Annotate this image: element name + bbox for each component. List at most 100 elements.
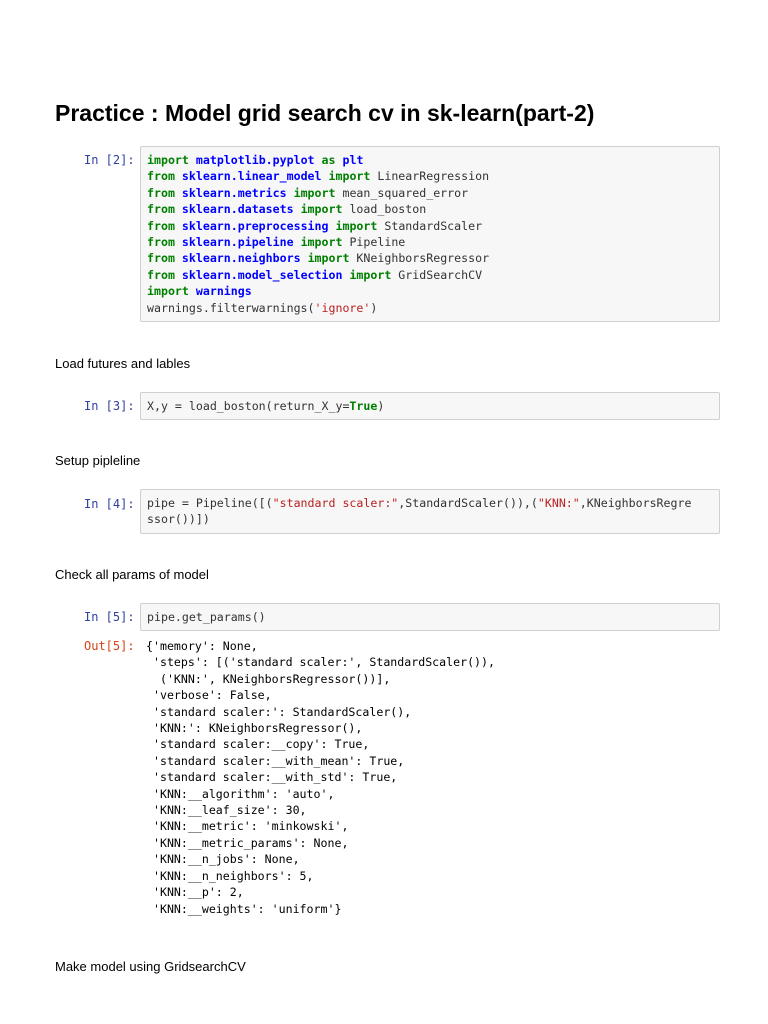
code-keyword: import bbox=[349, 267, 392, 282]
code-keyword: as bbox=[321, 153, 336, 167]
output-line: 'standard scaler:__with_mean': True, bbox=[146, 753, 405, 768]
code-keyword: import bbox=[293, 185, 336, 200]
markdown-text: Make model using GridsearchCV bbox=[55, 959, 246, 974]
output-line: 'steps': [('standard scaler:', StandardS… bbox=[146, 655, 496, 670]
code-text: LinearRegression bbox=[370, 169, 490, 184]
cell-prompt: In [3]: bbox=[84, 399, 135, 413]
code-keyword: import bbox=[328, 169, 371, 184]
markdown-text: Load futures and lables bbox=[55, 356, 191, 371]
output-line: 'KNN:__p': 2, bbox=[146, 885, 244, 900]
output-line: 'KNN:__algorithm': 'auto', bbox=[146, 786, 335, 801]
markdown-text: Check all params of model bbox=[55, 567, 209, 582]
code-keyword: from bbox=[147, 169, 175, 184]
cell-prompt: In [4]: bbox=[84, 497, 135, 511]
code-text: GridSearchCV bbox=[391, 267, 483, 282]
output-line: 'standard scaler:__with_std': True, bbox=[146, 770, 398, 785]
page-title: Practice : Model grid search cv in sk-le… bbox=[55, 100, 595, 126]
code-line: pipe.get_params() bbox=[147, 609, 713, 625]
output-line: 'KNN:__n_jobs': None, bbox=[146, 852, 300, 867]
cell-output: {'memory': None, 'steps': [('standard sc… bbox=[146, 638, 495, 917]
code-line: from sklearn.model_selection import Grid… bbox=[147, 267, 713, 283]
code-name: sklearn.model_selection bbox=[181, 267, 343, 282]
output-line: ('KNN:', KNeighborsRegressor())], bbox=[146, 671, 391, 686]
output-line: 'verbose': False, bbox=[146, 688, 272, 703]
code-text: ,KNeighborsRegre bbox=[579, 496, 692, 510]
code-line: from sklearn.linear_model import LinearR… bbox=[147, 168, 713, 184]
output-line: 'standard scaler:': StandardScaler(), bbox=[146, 704, 412, 719]
output-line: 'KNN:__n_neighbors': 5, bbox=[146, 868, 314, 883]
code-name: sklearn.neighbors bbox=[181, 251, 301, 266]
code-keyword: from bbox=[147, 185, 175, 200]
code-line: pipe = Pipeline([("standard scaler:",Sta… bbox=[147, 495, 713, 511]
code-text: ) bbox=[370, 300, 378, 315]
code-name: sklearn.datasets bbox=[181, 202, 294, 217]
code-name: sklearn.metrics bbox=[181, 185, 287, 200]
code-text: pipe = Pipeline([( bbox=[147, 496, 273, 510]
output-line: 'KNN:__leaf_size': 30, bbox=[146, 803, 307, 818]
code-cell-pipeline[interactable]: pipe = Pipeline([("standard scaler:",Sta… bbox=[140, 489, 720, 534]
output-prompt: Out[5]: bbox=[84, 639, 135, 653]
code-text: load_boston bbox=[342, 202, 427, 217]
code-name: matplotlib.pyplot bbox=[195, 153, 315, 167]
code-text: KNeighborsRegressor bbox=[349, 251, 490, 266]
output-line: {'memory': None, bbox=[146, 639, 258, 653]
code-keyword: from bbox=[147, 267, 175, 282]
code-keyword: True bbox=[349, 399, 378, 413]
output-line: 'standard scaler:__copy': True, bbox=[146, 737, 370, 752]
code-name: sklearn.linear_model bbox=[181, 169, 322, 184]
code-text: X,y = load_boston(return_X_y= bbox=[147, 399, 350, 413]
code-line: ssor())]) bbox=[147, 511, 713, 527]
code-text: ssor())]) bbox=[147, 512, 210, 527]
code-keyword: from bbox=[147, 202, 175, 217]
code-line: from sklearn.datasets import load_boston bbox=[147, 201, 713, 217]
code-keyword: import bbox=[307, 251, 350, 266]
output-line: 'KNN:__metric_params': None, bbox=[146, 835, 349, 850]
code-text: pipe.get_params() bbox=[147, 610, 266, 624]
code-line: X,y = load_boston(return_X_y=True) bbox=[147, 398, 713, 414]
code-cell-load-data[interactable]: X,y = load_boston(return_X_y=True) bbox=[140, 392, 720, 421]
code-keyword: from bbox=[147, 235, 175, 250]
code-name: plt bbox=[342, 153, 364, 167]
code-line: from sklearn.pipeline import Pipeline bbox=[147, 234, 713, 250]
output-line: 'KNN:__metric': 'minkowski', bbox=[146, 819, 349, 834]
output-line: 'KNN:__weights': 'uniform'} bbox=[146, 901, 342, 916]
code-line: from sklearn.neighbors import KNeighbors… bbox=[147, 250, 713, 266]
markdown-text: Setup pipleline bbox=[55, 453, 141, 468]
code-keyword: from bbox=[147, 218, 175, 233]
code-text: StandardScaler bbox=[377, 218, 483, 233]
code-string: "standard scaler:" bbox=[272, 496, 399, 510]
code-line: from sklearn.preprocessing import Standa… bbox=[147, 218, 713, 234]
code-line: import warnings bbox=[147, 283, 713, 299]
code-name: sklearn.preprocessing bbox=[181, 218, 329, 233]
code-cell-imports[interactable]: import matplotlib.pyplot as plt from skle… bbox=[140, 146, 720, 323]
code-cell-get-params[interactable]: pipe.get_params() bbox=[140, 603, 720, 632]
output-line: 'KNN:': KNeighborsRegressor(), bbox=[146, 721, 363, 736]
code-keyword: from bbox=[147, 251, 175, 266]
code-text: Pipeline bbox=[342, 235, 406, 250]
code-keyword: import bbox=[300, 202, 343, 217]
code-name: warnings bbox=[195, 284, 252, 299]
code-line: import matplotlib.pyplot as plt bbox=[147, 152, 713, 168]
code-text: warnings.filterwarnings( bbox=[147, 300, 315, 315]
code-text: ,StandardScaler()),( bbox=[398, 496, 538, 510]
code-text: mean_squared_error bbox=[335, 185, 469, 200]
cell-prompt: In [5]: bbox=[84, 610, 135, 624]
code-string: "KNN:" bbox=[537, 496, 580, 510]
code-keyword: import bbox=[147, 153, 189, 167]
code-string: 'ignore' bbox=[314, 300, 371, 315]
cell-prompt: In [2]: bbox=[84, 153, 135, 167]
